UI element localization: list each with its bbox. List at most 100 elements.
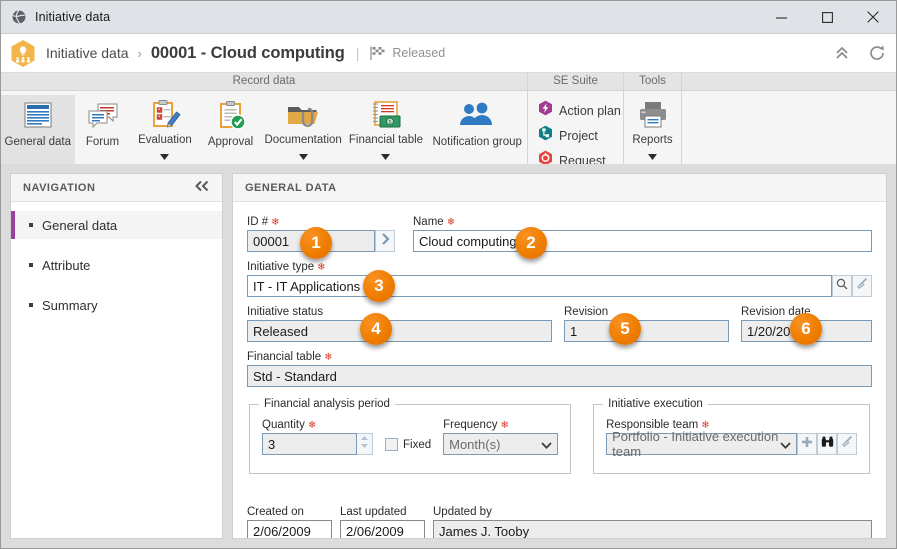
close-button[interactable]	[850, 1, 896, 33]
sidebar-item-label: Summary	[42, 297, 98, 313]
ribbon-button-forum[interactable]: Forum	[75, 95, 131, 165]
responsible-team-select[interactable]: Portfolio - Initiative execution team	[606, 429, 797, 459]
sidebar-item-summary[interactable]: Summary	[11, 291, 222, 319]
name-field-label: Name ❄	[413, 216, 456, 228]
maximize-button[interactable]	[804, 1, 850, 33]
broom-icon	[841, 435, 854, 453]
double-chevron-up-icon[interactable]	[833, 44, 851, 62]
fixed-checkbox[interactable]	[385, 438, 398, 451]
search-icon	[836, 277, 848, 295]
required-icon: ❄	[324, 351, 333, 363]
sidebar-item-attribute[interactable]: Attribute	[11, 251, 222, 279]
breadcrumb-root[interactable]: Initiative data	[46, 45, 129, 61]
callout-badge-1: 1	[300, 227, 332, 259]
frequency-select-value: Month(s)	[449, 436, 501, 452]
ribbon-button-label: Documentation	[264, 134, 342, 146]
chevron-down-icon	[780, 437, 791, 452]
frequency-field-label: Frequency ❄	[443, 419, 509, 431]
ribbon-button-general-data[interactable]: General data	[1, 95, 75, 165]
updated-by-label: Updated by	[433, 506, 492, 518]
sidebar-item-general-data[interactable]: General data	[11, 211, 222, 239]
ribbon-button-documentation[interactable]: Documentation	[262, 95, 345, 165]
chevron-down-icon[interactable]	[381, 147, 391, 165]
window-title: Initiative data	[35, 10, 111, 24]
required-icon: ❄	[317, 261, 326, 273]
initiative-hex-icon	[10, 39, 36, 68]
ribbon-item-label: Project	[559, 128, 598, 143]
chevron-down-icon[interactable]	[648, 147, 657, 165]
ribbon-item-project[interactable]: Project	[536, 124, 623, 147]
chevron-down-icon[interactable]	[298, 147, 308, 165]
ribbon-button-financial-table[interactable]: $ Financial table	[345, 95, 428, 165]
ribbon-button-label: Reports	[632, 134, 673, 146]
navigation-panel: NAVIGATION General data Attribute Summar…	[10, 173, 223, 539]
id-next-button[interactable]	[375, 230, 395, 252]
folder-clip-icon	[286, 99, 320, 131]
general-data-panel: GENERAL DATA ID # ❄ 00001 Name ❄ Cloud c…	[232, 173, 887, 539]
callout-badge-5: 5	[609, 313, 641, 345]
revision-field: 1	[564, 320, 729, 342]
quantity-field[interactable]: 3	[262, 433, 357, 455]
ribbon-empty-title	[682, 73, 896, 91]
ribbon-empty-area	[682, 73, 896, 165]
ribbon-toolbar: Record data General data Forum Evaluatio…	[1, 73, 896, 172]
frequency-select[interactable]: Month(s)	[443, 433, 559, 455]
bullet-icon	[29, 263, 33, 267]
created-on-label: Created on	[247, 506, 304, 518]
navigation-header: NAVIGATION	[11, 174, 222, 202]
revision-field-group: Revision 1	[564, 306, 729, 342]
name-field[interactable]: Cloud computing	[413, 230, 872, 252]
ribbon-button-approval[interactable]: Approval	[199, 95, 261, 165]
last-updated-field: 2/06/2009	[340, 520, 425, 538]
responsible-team-field-group: Responsible team ❄ Portfolio - Initiativ…	[606, 419, 857, 459]
chevron-right-icon	[381, 232, 390, 250]
globe-icon	[11, 9, 27, 25]
responsible-team-clear-button[interactable]	[837, 433, 857, 455]
required-icon: ❄	[446, 216, 456, 228]
navigation-list: General data Attribute Summary	[11, 202, 222, 331]
chat-bubbles-icon	[86, 99, 120, 133]
window-controls	[758, 1, 896, 33]
initiative-type-search-button[interactable]	[832, 275, 852, 297]
ribbon-group-se-suite: SE Suite Action plan Project Request	[528, 73, 624, 172]
title-bar: Initiative data	[1, 1, 896, 34]
ribbon-group-record-data: Record data General data Forum Evaluatio…	[1, 73, 528, 165]
initiative-type-field[interactable]: IT - IT Applications	[247, 275, 832, 297]
refresh-icon[interactable]	[868, 44, 886, 62]
ribbon-button-evaluation[interactable]: Evaluation	[131, 95, 200, 165]
responsible-team-select-value: Portfolio - Initiative execution team	[612, 429, 779, 459]
ribbon-item-action-plan[interactable]: Action plan	[536, 99, 623, 122]
initiative-type-clear-button[interactable]	[852, 275, 872, 297]
double-chevron-left-icon[interactable]	[195, 179, 210, 197]
frequency-field-group: Frequency ❄ Month(s)	[443, 419, 559, 455]
ribbon-button-label: Notification group	[432, 136, 522, 148]
quantity-stepper[interactable]	[357, 433, 373, 455]
chevron-down-icon	[541, 437, 552, 452]
responsible-team-add-button[interactable]	[797, 433, 817, 455]
fixed-checkbox-group[interactable]: Fixed	[385, 438, 431, 455]
responsible-team-search-button[interactable]	[817, 433, 837, 455]
ribbon-button-label: General data	[4, 136, 72, 148]
ribbon-item-label: Action plan	[559, 103, 621, 118]
ribbon-button-notification-group[interactable]: Notification group	[427, 95, 527, 165]
ribbon-group-title: Tools	[624, 73, 681, 91]
header-actions	[833, 34, 886, 72]
ribbon-button-label: Financial table	[348, 134, 424, 146]
chevron-down-icon[interactable]	[160, 147, 170, 165]
financial-table-field-label: Financial table ❄	[247, 351, 333, 363]
financial-table-field-group: Financial table ❄ Std - Standard	[247, 351, 872, 387]
created-on-field-group: Created on 2/06/2009	[247, 506, 332, 538]
financial-analysis-period-legend: Financial analysis period	[259, 398, 395, 410]
bullet-icon	[29, 303, 33, 307]
clipboard-pen-icon	[148, 99, 182, 131]
updated-by-field-group: Updated by James J. Tooby	[433, 506, 872, 538]
updated-by-field: James J. Tooby	[433, 520, 872, 538]
ribbon-button-reports[interactable]: Reports	[624, 95, 681, 165]
project-hex-icon	[538, 125, 553, 146]
initiative-execution-legend: Initiative execution	[603, 398, 708, 410]
checkered-flag-icon	[370, 46, 385, 60]
minimize-button[interactable]	[758, 1, 804, 33]
binoculars-icon	[821, 435, 834, 453]
callout-badge-4: 4	[360, 313, 392, 345]
required-icon: ❄	[500, 419, 509, 431]
